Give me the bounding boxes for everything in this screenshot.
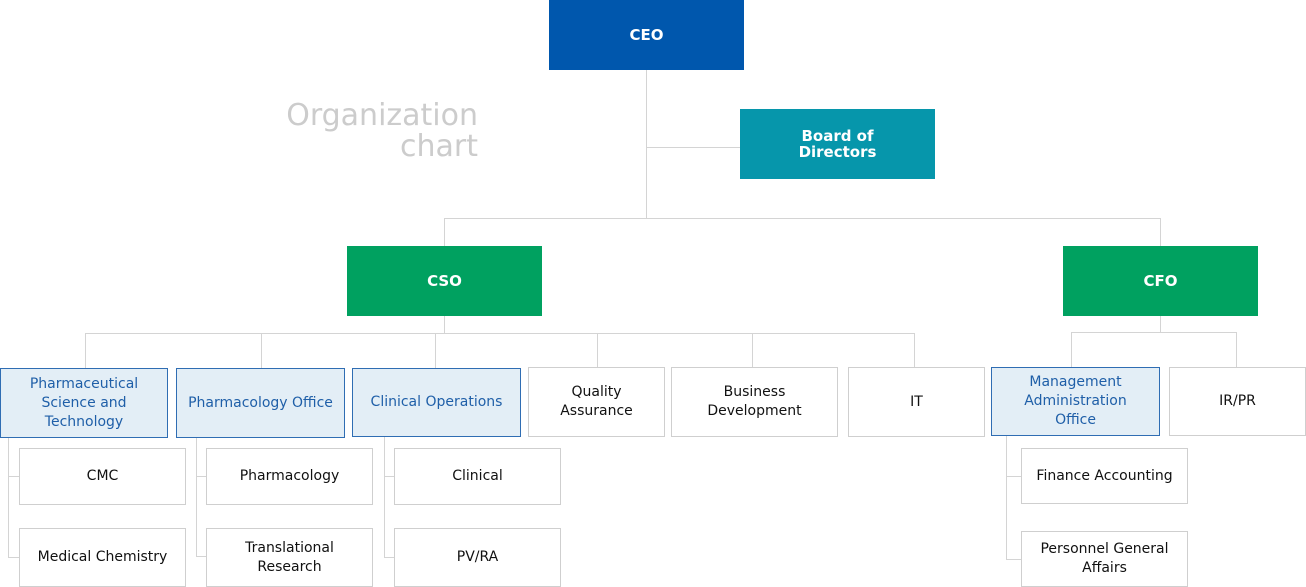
node-personnel-general-affairs-label: Personnel General Affairs xyxy=(1040,541,1169,576)
connector-cfo-bar xyxy=(1071,332,1237,333)
node-clinical: Clinical xyxy=(394,448,561,505)
node-finance-accounting-label: Finance Accounting xyxy=(1036,467,1173,484)
connector-drop-pharmacology-office xyxy=(261,333,262,368)
node-it-label: IT xyxy=(910,393,923,410)
connector-board xyxy=(646,147,740,148)
node-clinical-operations: Clinical Operations xyxy=(352,368,521,437)
node-pharm-sci-label: Pharmaceutical Science and Technology xyxy=(29,375,139,430)
node-translational-research-label: Translational Research xyxy=(245,539,334,575)
node-pharmacology-office-label: Pharmacology Office xyxy=(188,394,333,411)
node-medical-chemistry: Medical Chemistry xyxy=(19,528,186,587)
node-finance-accounting: Finance Accounting xyxy=(1021,448,1188,504)
node-pv-ra: PV/RA xyxy=(394,528,561,587)
node-management-administration: Management Administration Office xyxy=(991,367,1160,436)
node-pv-ra-label: PV/RA xyxy=(456,549,499,565)
node-pharmaceutical-science: Pharmaceutical Science and Technology xyxy=(0,368,168,438)
connector-drop-it xyxy=(914,333,915,367)
node-cfo: CFO xyxy=(1063,246,1258,316)
connector-tick-personnel xyxy=(1006,559,1021,560)
connector-tick-cmc xyxy=(8,476,19,477)
node-business-development-label: Business Development xyxy=(707,384,802,419)
chart-title-line2: chart xyxy=(400,129,478,164)
connector-tick-translational-research xyxy=(196,556,206,557)
connector-tick-pv-ra xyxy=(384,557,394,558)
connector-spine-pharm-sci xyxy=(8,437,9,558)
node-ceo: CEO xyxy=(549,0,744,70)
node-management-administration-label: Management Administration Office xyxy=(1024,374,1127,428)
connector-cfo-stem xyxy=(1160,316,1161,333)
connector-cso-bar xyxy=(85,333,915,334)
chart-title-line1: Organization xyxy=(286,98,478,133)
node-personnel-general-affairs: Personnel General Affairs xyxy=(1021,531,1188,587)
node-quality-assurance-label: Quality Assurance xyxy=(560,384,633,419)
connector-drop-quality-assurance xyxy=(597,333,598,367)
node-business-development: Business Development xyxy=(671,367,838,437)
node-quality-assurance: Quality Assurance xyxy=(528,367,665,437)
connector-drop-business-development xyxy=(752,333,753,367)
node-cmc-label: CMC xyxy=(86,468,119,484)
node-ceo-label: CEO xyxy=(629,26,664,44)
connector-drop-ir-pr xyxy=(1236,332,1237,367)
connector-tick-clinical xyxy=(384,476,394,477)
node-cfo-label: CFO xyxy=(1143,272,1178,290)
connector-cso-stem xyxy=(444,316,445,334)
node-clinical-operations-label: Clinical Operations xyxy=(370,394,503,410)
connector-tick-finance xyxy=(1006,476,1021,477)
connector-cso-drop xyxy=(444,218,445,246)
connector-exec-bar xyxy=(444,218,1161,219)
node-cso: CSO xyxy=(347,246,542,316)
node-ir-pr: IR/PR xyxy=(1169,367,1306,436)
connector-drop-clinical-operations xyxy=(435,333,436,368)
node-pharmacology-label: Pharmacology xyxy=(239,468,340,484)
node-it: IT xyxy=(848,367,985,437)
connector-cfo-drop xyxy=(1160,218,1161,246)
node-cmc: CMC xyxy=(19,448,186,505)
node-board-of-directors: Board of Directors xyxy=(740,109,935,179)
node-pharmacology: Pharmacology xyxy=(206,448,373,505)
connector-spine-pharmacology xyxy=(196,437,197,557)
connector-drop-pharm-sci xyxy=(85,333,86,368)
node-clinical-label: Clinical xyxy=(452,468,503,484)
node-translational-research: Translational Research xyxy=(206,528,373,587)
connector-ceo-trunk xyxy=(646,70,647,219)
node-ir-pr-label: IR/PR xyxy=(1219,393,1256,409)
node-pharmacology-office: Pharmacology Office xyxy=(176,368,345,438)
node-cso-label: CSO xyxy=(427,272,462,290)
connector-spine-clinical xyxy=(384,437,385,558)
chart-title: Organization chart xyxy=(230,100,478,162)
connector-spine-management xyxy=(1006,436,1007,560)
connector-tick-medical-chemistry xyxy=(8,557,19,558)
node-board-label: Board of Directors xyxy=(798,127,877,161)
connector-drop-management xyxy=(1071,332,1072,367)
connector-tick-pharmacology xyxy=(196,476,206,477)
node-medical-chemistry-label: Medical Chemistry xyxy=(37,549,168,565)
